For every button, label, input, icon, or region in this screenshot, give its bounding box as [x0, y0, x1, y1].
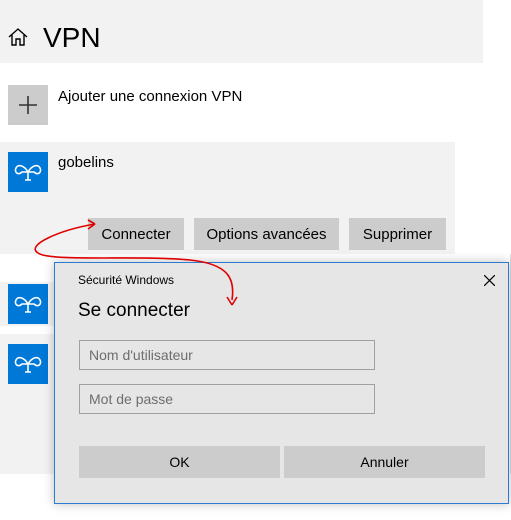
vpn-tile — [8, 152, 48, 192]
vpn-connection-card-2[interactable] — [0, 282, 60, 326]
add-tile[interactable] — [8, 85, 48, 125]
add-vpn-connection[interactable]: Ajouter une connexion VPN — [8, 85, 308, 125]
vpn-tile — [8, 284, 48, 324]
vpn-name: gobelins — [58, 154, 114, 171]
dialog-heading: Se connecter — [78, 300, 190, 321]
vpn-connection-card[interactable]: gobelins Connecter Options avancées Supp… — [0, 142, 455, 254]
connect-button[interactable]: Connecter — [88, 218, 184, 250]
vpn-icon — [14, 356, 42, 373]
home-icon[interactable] — [7, 27, 29, 47]
dialog-caption: Sécurité Windows — [78, 273, 175, 287]
password-input[interactable] — [79, 384, 375, 414]
close-button[interactable] — [478, 269, 500, 291]
vpn-icon — [14, 164, 42, 181]
vpn-connection-card-3[interactable] — [0, 334, 60, 474]
username-input[interactable] — [79, 340, 375, 370]
vpn-tile — [8, 344, 48, 384]
page-header: VPN — [0, 0, 483, 63]
remove-button[interactable]: Supprimer — [349, 218, 446, 250]
advanced-options-button[interactable]: Options avancées — [194, 218, 339, 250]
cancel-button[interactable]: Annuler — [284, 446, 485, 478]
add-vpn-label[interactable]: Ajouter une connexion VPN — [58, 88, 242, 105]
close-icon — [483, 274, 495, 286]
ok-button[interactable]: OK — [79, 446, 280, 478]
page-title: VPN — [43, 22, 101, 53]
windows-security-dialog: Sécurité Windows Se connecter OK Annuler — [54, 262, 509, 504]
plus-icon — [19, 96, 37, 114]
vpn-icon — [14, 296, 42, 313]
